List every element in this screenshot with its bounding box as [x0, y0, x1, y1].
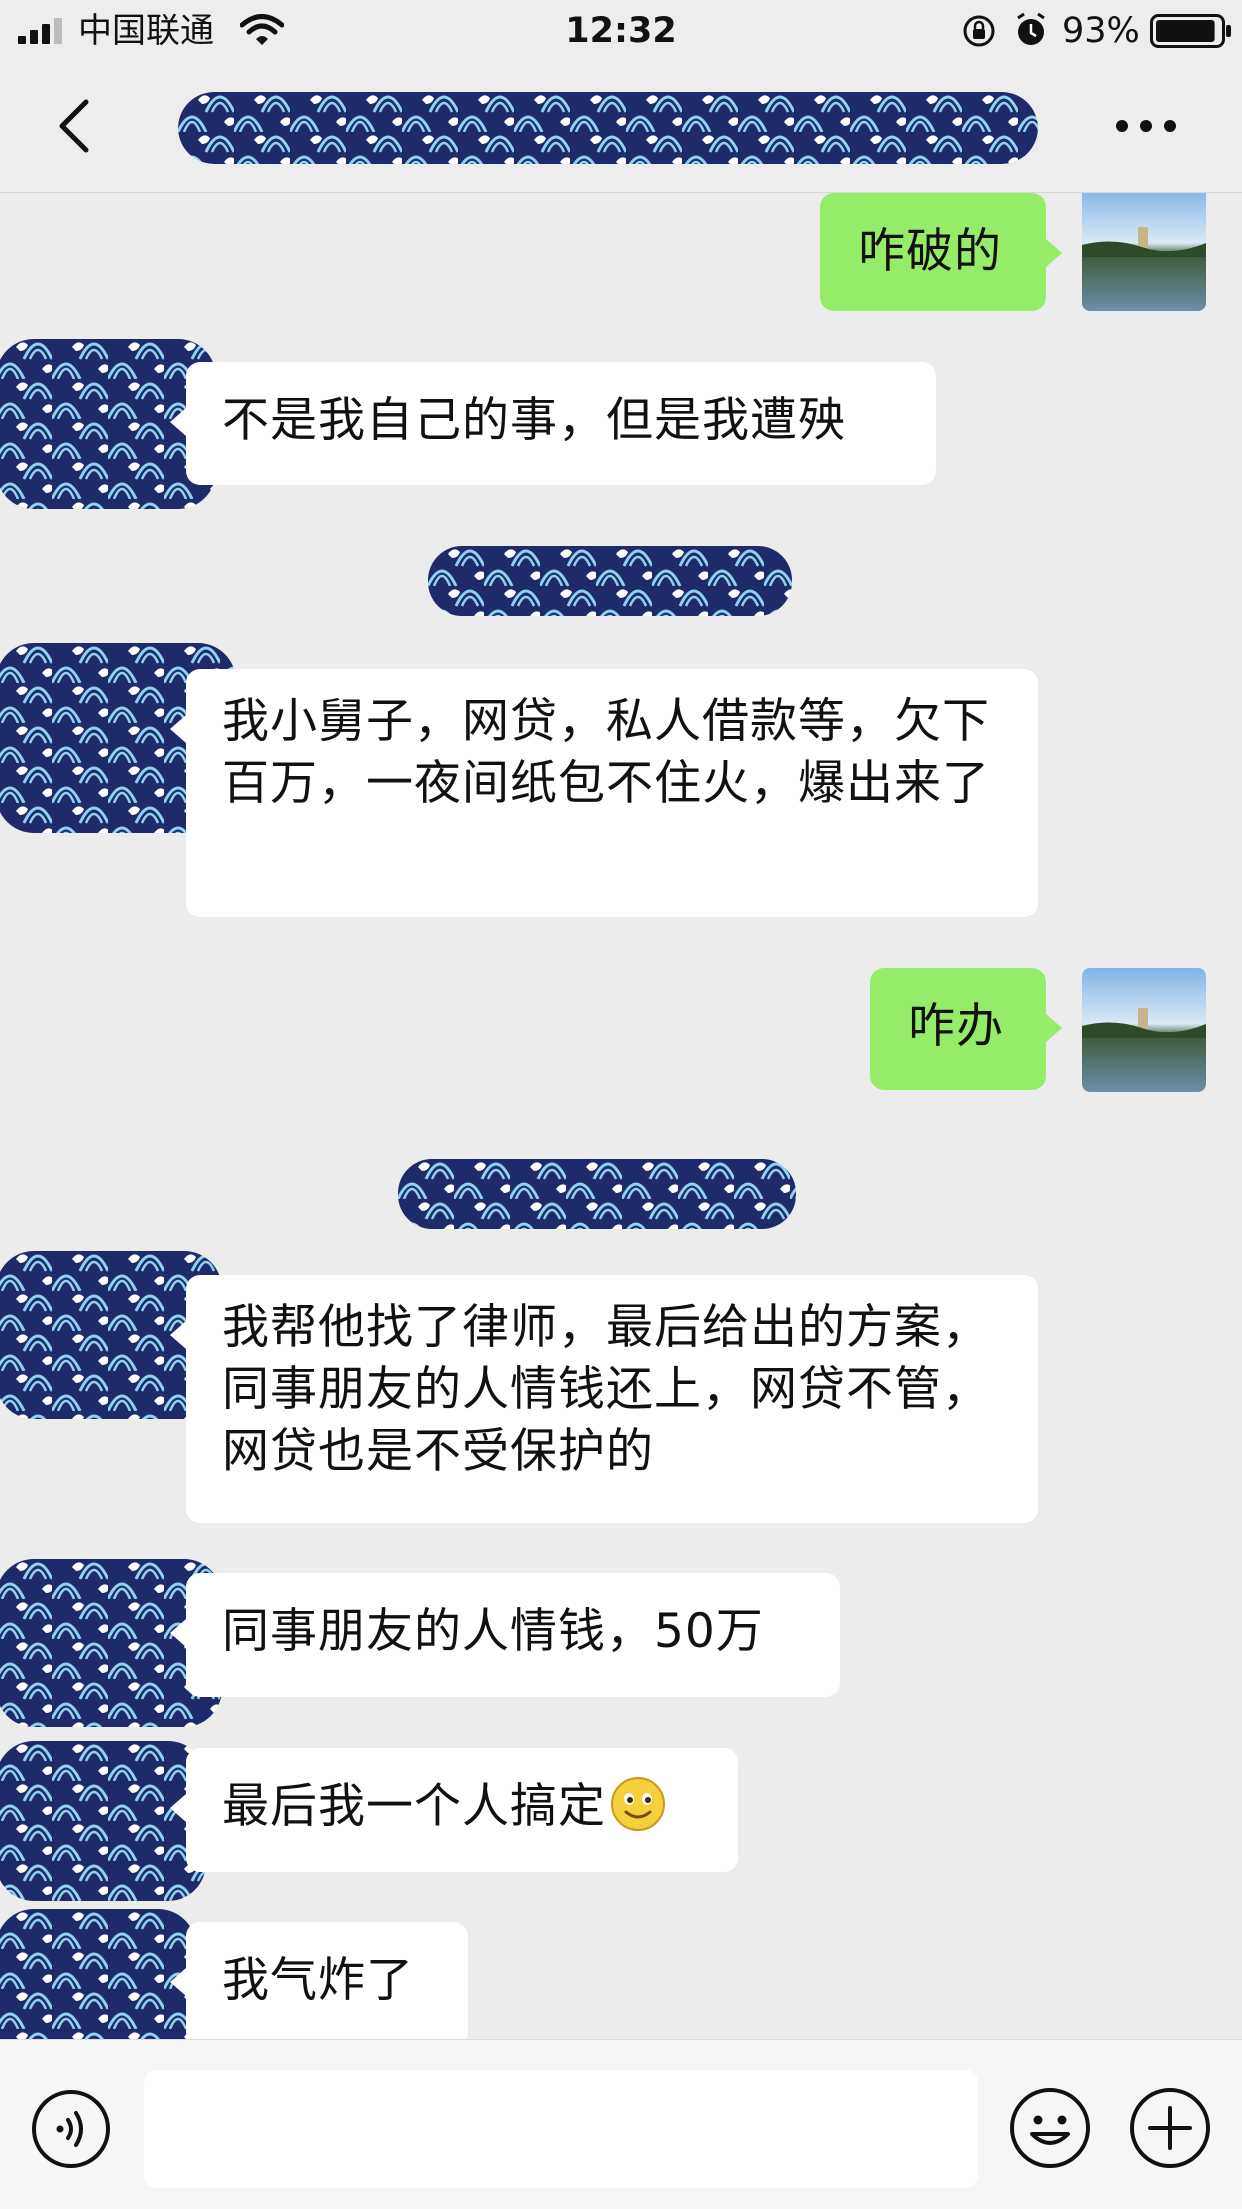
avatar-self[interactable]: [1082, 968, 1206, 1092]
chat-header: [0, 62, 1242, 193]
landscape-avatar-image: [1082, 968, 1206, 1092]
message-text: 咋办: [908, 999, 1004, 1054]
landscape-avatar-image: [1082, 193, 1206, 311]
plus-icon[interactable]: [1128, 2086, 1212, 2170]
message-text: 同事朋友的人情钱，50万: [222, 1604, 764, 1659]
rotation-lock-icon: [963, 15, 995, 47]
avatar-other[interactable]: [0, 1909, 196, 2039]
message-text: 我气炸了: [222, 1953, 414, 2008]
chat-title-redacted: [178, 92, 1038, 164]
alarm-icon: [1017, 12, 1045, 45]
message-bubble-other[interactable]: 同事朋友的人情钱，50万: [170, 1573, 840, 1697]
message-text: 我帮他找了律师，最后给出的方案，同事朋友的人情钱还上，网贷不管，网贷也是不受保护…: [222, 1300, 990, 1479]
avatar-self[interactable]: [1082, 193, 1206, 311]
message-bubble-self[interactable]: 咋办: [870, 968, 1062, 1090]
ellipsis-icon[interactable]: [1110, 100, 1182, 152]
message-bubble-other[interactable]: 我气炸了: [170, 1922, 468, 2039]
message-text: 不是我自己的事，但是我遭殃: [222, 393, 846, 448]
status-bar: 中国联通 12:32 93%: [0, 0, 1242, 62]
timestamp-redacted: [398, 1159, 796, 1229]
message-bubble-other[interactable]: 不是我自己的事，但是我遭殃: [170, 362, 936, 485]
message-bubble-other[interactable]: 我小舅子，网贷，私人借款等，欠下百万，一夜间纸包不住火，爆出来了: [170, 669, 1038, 917]
chevron-left-icon[interactable]: [50, 96, 110, 156]
battery-percent: 93%: [1062, 11, 1140, 51]
message-list[interactable]: 咋破的 不是我自己的事，但是我遭殃 我小舅子，网贷，私人借款等，欠下百万，一夜间…: [0, 193, 1242, 2039]
message-text: 咋破的: [858, 224, 1002, 279]
message-text: 我小舅子，网贷，私人借款等，欠下百万，一夜间纸包不住火，爆出来了: [222, 694, 990, 811]
input-bar: [0, 2039, 1242, 2209]
emoji-icon[interactable]: [1008, 2086, 1092, 2170]
message-bubble-self[interactable]: 咋破的: [820, 193, 1062, 311]
message-input[interactable]: [144, 2070, 978, 2188]
timestamp-redacted: [428, 546, 792, 616]
message-bubble-other[interactable]: 最后我一个人搞定: [170, 1748, 738, 1872]
battery-icon: [1150, 14, 1231, 48]
message-bubble-other[interactable]: 我帮他找了律师，最后给出的方案，同事朋友的人情钱还上，网贷不管，网贷也是不受保护…: [170, 1275, 1038, 1523]
smile-emoji-icon: [611, 1777, 665, 1831]
voice-icon[interactable]: [30, 2088, 112, 2170]
status-time: 12:32: [565, 11, 677, 51]
message-text: 最后我一个人搞定: [222, 1779, 606, 1834]
